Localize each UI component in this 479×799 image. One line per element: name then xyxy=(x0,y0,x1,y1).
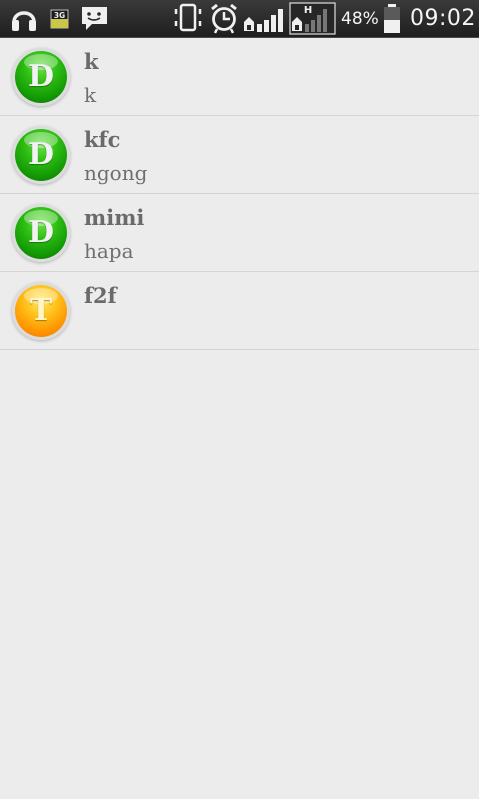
list-item[interactable]: D mimi hapa xyxy=(0,194,479,272)
alarm-icon xyxy=(209,0,239,38)
avatar: D xyxy=(12,126,70,184)
3g-icon: 3G xyxy=(50,0,70,38)
avatar-letter: D xyxy=(27,137,54,172)
contact-name: k xyxy=(84,49,99,74)
avatar: T xyxy=(12,282,70,340)
h-data-icon: H xyxy=(289,0,337,38)
list-item[interactable]: D kfc ngong xyxy=(0,116,479,194)
contact-list: D k k D kfc ngong D mimi hapa T f2f xyxy=(0,38,479,350)
avatar: D xyxy=(12,204,70,262)
avatar-letter: D xyxy=(27,215,54,250)
contact-subtitle: ngong xyxy=(84,161,148,185)
signal-icon xyxy=(243,0,287,38)
headphones-icon xyxy=(10,0,38,38)
clock: 09:02 xyxy=(410,6,476,31)
contact-name: mimi xyxy=(84,205,145,230)
status-bar: 3G H 48% 09:02 xyxy=(0,0,479,38)
contact-name: kfc xyxy=(84,127,121,152)
svg-text:H: H xyxy=(304,5,312,16)
battery-icon xyxy=(382,0,404,38)
svg-text:3G: 3G xyxy=(54,11,65,20)
contact-subtitle: k xyxy=(84,83,97,107)
contact-name: f2f xyxy=(84,283,117,308)
avatar-letter: D xyxy=(27,59,54,94)
avatar: D xyxy=(12,48,70,106)
list-item[interactable]: T f2f xyxy=(0,272,479,350)
list-item[interactable]: D k k xyxy=(0,38,479,116)
vibrate-icon xyxy=(172,0,206,38)
avatar-letter: T xyxy=(29,293,53,328)
battery-percent: 48% xyxy=(341,9,379,29)
contact-subtitle: hapa xyxy=(84,239,134,263)
message-icon xyxy=(80,0,110,38)
